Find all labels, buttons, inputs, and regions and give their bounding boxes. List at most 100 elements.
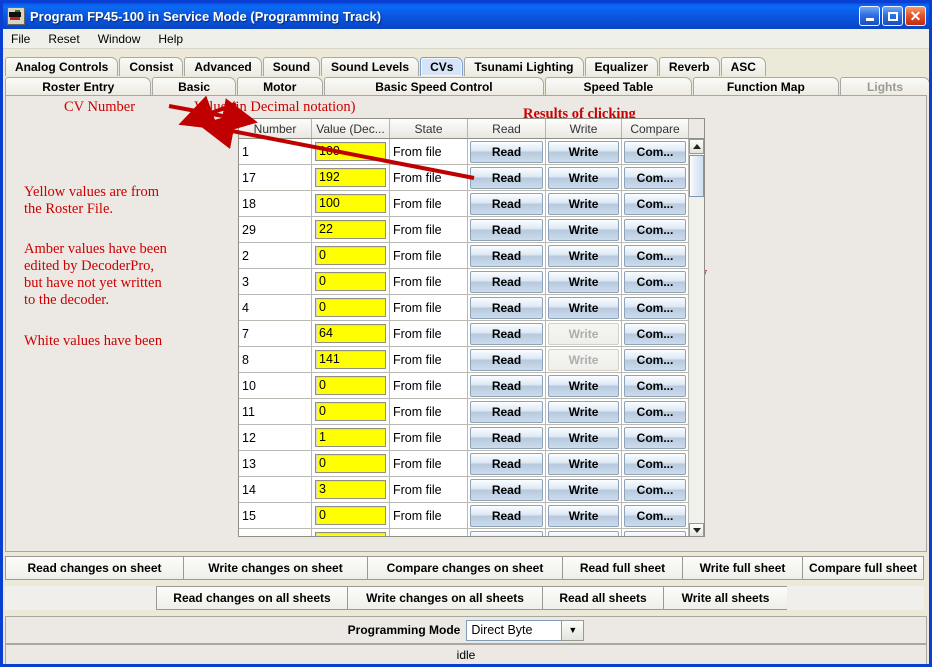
table-row[interactable]: 18100From fileReadWriteCom... <box>239 191 689 217</box>
cell-cv-value[interactable]: 100 <box>312 191 390 216</box>
cv-value-field[interactable]: 1 <box>315 428 386 447</box>
write-button[interactable]: Write <box>548 141 619 163</box>
scroll-up-button[interactable] <box>689 139 704 154</box>
write-button[interactable]: Write <box>548 245 619 267</box>
close-button[interactable]: ✕ <box>905 6 926 26</box>
vertical-scrollbar[interactable] <box>688 139 704 537</box>
write-button[interactable]: Write <box>548 401 619 423</box>
cv-value-field[interactable]: 0 <box>315 298 386 317</box>
read-button[interactable]: Read <box>470 193 543 215</box>
cell-cv-value[interactable]: 0 <box>312 269 390 294</box>
write-button[interactable]: Write <box>548 427 619 449</box>
compare-button[interactable]: Com... <box>624 193 686 215</box>
cell-cv-value[interactable]: 1 <box>312 425 390 450</box>
chevron-down-icon[interactable]: ▼ <box>562 620 584 641</box>
write-button[interactable]: Write <box>548 531 619 538</box>
compare-button[interactable]: Com... <box>624 271 686 293</box>
cell-cv-value[interactable]: 0 <box>312 503 390 528</box>
cell-cv-value[interactable]: 0 <box>312 373 390 398</box>
tab-cvs[interactable]: CVs <box>420 57 463 76</box>
cv-value-field[interactable]: 3 <box>315 480 386 499</box>
cell-cv-value[interactable]: 64 <box>312 321 390 346</box>
cv-value-field[interactable]: 100 <box>315 142 386 161</box>
cv-value-field[interactable]: 0 <box>315 376 386 395</box>
table-row[interactable]: 100From fileReadWriteCom... <box>239 373 689 399</box>
table-row[interactable]: 121From fileReadWriteCom... <box>239 425 689 451</box>
tab-tsunami-lighting[interactable]: Tsunami Lighting <box>464 57 583 76</box>
read-button[interactable]: Read <box>470 401 543 423</box>
compare-button[interactable]: Com... <box>624 297 686 319</box>
write-button[interactable]: Write <box>548 453 619 475</box>
column-header-state[interactable]: State <box>390 119 468 138</box>
write-button[interactable]: Write <box>548 297 619 319</box>
cell-cv-value[interactable]: 141 <box>312 347 390 372</box>
cv-value-field[interactable]: 0 <box>315 246 386 265</box>
compare-button[interactable]: Com... <box>624 427 686 449</box>
compare-button[interactable]: Com... <box>624 375 686 397</box>
read-button[interactable]: Read <box>470 479 543 501</box>
table-row[interactable]: 160From fileReadWriteCom... <box>239 529 689 537</box>
write-full-sheet-button[interactable]: Write full sheet <box>682 556 803 580</box>
write-button[interactable]: Write <box>548 193 619 215</box>
minimize-button[interactable] <box>859 6 880 26</box>
compare-button[interactable]: Com... <box>624 219 686 241</box>
maximize-button[interactable] <box>882 6 903 26</box>
write-button[interactable]: Write <box>548 479 619 501</box>
read-button[interactable]: Read <box>470 349 543 371</box>
tab-equalizer[interactable]: Equalizer <box>585 57 658 76</box>
cv-value-field[interactable]: 192 <box>315 168 386 187</box>
cv-value-field[interactable]: 0 <box>315 454 386 473</box>
compare-button[interactable]: Com... <box>624 401 686 423</box>
column-header-compare[interactable]: Compare <box>622 119 689 138</box>
read-button[interactable]: Read <box>470 453 543 475</box>
cv-value-field[interactable]: 22 <box>315 220 386 239</box>
table-row[interactable]: 1100From fileReadWriteCom... <box>239 139 689 165</box>
write-changes-on-sheet-button[interactable]: Write changes on sheet <box>183 556 368 580</box>
programming-mode-value[interactable]: Direct Byte <box>466 620 562 641</box>
tab-roster-entry[interactable]: Roster Entry <box>5 77 151 96</box>
table-row[interactable]: 17192From fileReadWriteCom... <box>239 165 689 191</box>
cell-cv-value[interactable]: 0 <box>312 243 390 268</box>
read-button[interactable]: Read <box>470 141 543 163</box>
table-row[interactable]: 30From fileReadWriteCom... <box>239 269 689 295</box>
tab-basic-speed-control[interactable]: Basic Speed Control <box>324 77 544 96</box>
tab-asc[interactable]: ASC <box>721 57 766 76</box>
write-button[interactable]: Write <box>548 505 619 527</box>
compare-button[interactable]: Com... <box>624 245 686 267</box>
read-changes-on-all-sheets-button[interactable]: Read changes on all sheets <box>156 586 348 610</box>
write-button[interactable]: Write <box>548 375 619 397</box>
column-header-number[interactable]: Number <box>239 119 312 138</box>
scrollbar-thumb[interactable] <box>689 155 704 197</box>
tab-lights[interactable]: Lights <box>840 77 930 96</box>
cv-value-field[interactable]: 64 <box>315 324 386 343</box>
read-button[interactable]: Read <box>470 505 543 527</box>
table-row[interactable]: 2922From fileReadWriteCom... <box>239 217 689 243</box>
column-header-read[interactable]: Read <box>468 119 546 138</box>
read-button[interactable]: Read <box>470 375 543 397</box>
read-button[interactable]: Read <box>470 427 543 449</box>
tab-advanced[interactable]: Advanced <box>184 57 261 76</box>
compare-button[interactable]: Com... <box>624 349 686 371</box>
programming-mode-select[interactable]: Direct Byte ▼ <box>466 620 584 641</box>
compare-button[interactable]: Com... <box>624 531 686 538</box>
cv-value-field[interactable]: 0 <box>315 272 386 291</box>
read-button[interactable]: Read <box>470 323 543 345</box>
read-button[interactable]: Read <box>470 531 543 538</box>
compare-button[interactable]: Com... <box>624 141 686 163</box>
compare-button[interactable]: Com... <box>624 167 686 189</box>
read-changes-on-sheet-button[interactable]: Read changes on sheet <box>5 556 184 580</box>
write-button[interactable]: Write <box>548 167 619 189</box>
scroll-down-button[interactable] <box>689 523 704 537</box>
tab-sound-levels[interactable]: Sound Levels <box>321 57 419 76</box>
menu-item-file[interactable]: File <box>11 32 30 46</box>
table-row[interactable]: 20From fileReadWriteCom... <box>239 243 689 269</box>
menu-item-window[interactable]: Window <box>98 32 141 46</box>
cell-cv-value[interactable]: 0 <box>312 529 390 537</box>
column-header-write[interactable]: Write <box>546 119 622 138</box>
compare-changes-on-sheet-button[interactable]: Compare changes on sheet <box>367 556 563 580</box>
tab-analog-controls[interactable]: Analog Controls <box>5 57 118 76</box>
tab-consist[interactable]: Consist <box>119 57 183 76</box>
write-all-sheets-button[interactable]: Write all sheets <box>663 586 788 610</box>
tab-sound[interactable]: Sound <box>263 57 320 76</box>
cell-cv-value[interactable]: 192 <box>312 165 390 190</box>
